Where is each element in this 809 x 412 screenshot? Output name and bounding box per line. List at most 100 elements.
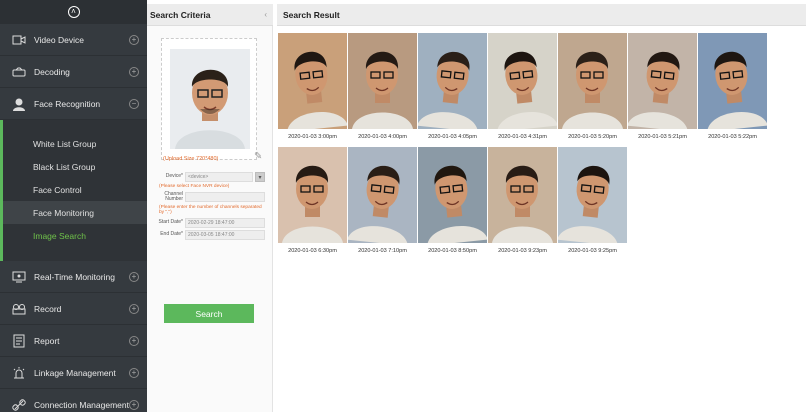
result-face-photo [558, 33, 627, 129]
sidebar-item-connection-management[interactable]: Connection Management + [0, 389, 147, 412]
plus-circle-icon[interactable]: + [129, 399, 139, 410]
sidebar-item-report[interactable]: Report + [0, 325, 147, 357]
result-timestamp: 2020-01-03 5:20pm [568, 134, 617, 140]
query-image-upload[interactable]: ✎ [161, 38, 262, 162]
link-icon [10, 398, 28, 412]
result-item[interactable]: 2020-01-03 7:10pm [348, 147, 417, 254]
result-item[interactable]: 2020-01-03 5:22pm [698, 33, 767, 140]
plus-circle-icon[interactable]: + [129, 66, 139, 77]
edit-icon[interactable]: ✎ [254, 151, 262, 162]
sidebar-item-label: Face Recognition [34, 98, 101, 109]
result-face-photo [698, 33, 767, 129]
result-timestamp: 2020-01-03 8:50pm [428, 248, 477, 254]
camera-icon [10, 33, 28, 47]
result-timestamp: 2020-01-03 5:21pm [638, 134, 687, 140]
search-button[interactable]: Search [164, 304, 254, 323]
plus-circle-icon[interactable]: + [129, 367, 139, 378]
sidebar-item-label: Video Device [34, 34, 84, 45]
channel-label: Channel Number [164, 190, 183, 203]
decoder-icon [10, 65, 28, 79]
result-item[interactable]: 2020-01-03 9:25pm [558, 147, 627, 254]
result-timestamp: 2020-01-03 4:05pm [428, 134, 477, 140]
device-label: Device* [165, 173, 183, 180]
search-criteria-title: Search Criteria [150, 9, 211, 20]
chevron-up-icon[interactable]: ˄ [67, 6, 80, 18]
result-timestamp: 2020-01-03 5:22pm [708, 134, 757, 140]
sidebar-item-label: Connection Management [34, 399, 129, 410]
query-face-photo [170, 49, 250, 149]
channel-input[interactable] [185, 192, 265, 203]
result-timestamp: 2020-01-03 3:00pm [288, 134, 337, 140]
result-face-photo [558, 147, 627, 243]
search-criteria-header: Search Criteria ‹ [147, 4, 273, 26]
result-item[interactable]: 2020-01-03 3:00pm [278, 33, 347, 140]
sidebar: ˄ Video Device + Decoding + Face Recogni… [0, 0, 147, 412]
sidebar-item-label: Decoding [34, 66, 70, 77]
sidebar-subitem-face-control[interactable]: Face Control [3, 178, 147, 201]
result-face-photo [418, 147, 487, 243]
sidebar-item-video-device[interactable]: Video Device + [0, 24, 147, 56]
result-face-photo [418, 33, 487, 129]
device-picker-button[interactable]: ▾ [255, 172, 265, 182]
result-face-photo [278, 147, 347, 243]
plus-circle-icon[interactable]: + [129, 34, 139, 45]
sidebar-subitem-white-list-group[interactable]: White List Group [3, 132, 147, 155]
device-hint: (Please select Face NVR device) [159, 184, 230, 189]
sidebar-item-real-time-monitoring[interactable]: Real-Time Monitoring + [0, 261, 147, 293]
upload-size-hint: (Upload Size 720*480) [163, 156, 219, 162]
end-date-label: End Date* [160, 230, 183, 237]
result-timestamp: 2020-01-03 4:31pm [498, 134, 547, 140]
plus-circle-icon[interactable]: + [129, 335, 139, 346]
result-item[interactable]: 2020-01-03 5:20pm [558, 33, 627, 140]
end-date-input[interactable]: 2020-03-05 18:47:00 [185, 229, 265, 240]
result-item[interactable]: 2020-01-03 5:21pm [628, 33, 697, 140]
result-face-photo [488, 147, 557, 243]
face-recognition-submenu: White List Group Black List Group Face C… [0, 120, 147, 261]
plus-circle-icon[interactable]: + [129, 303, 139, 314]
report-icon [10, 334, 28, 348]
result-timestamp: 2020-01-03 6:30pm [288, 248, 337, 254]
face-icon [10, 97, 28, 111]
monitor-icon [10, 270, 28, 284]
sidebar-item-label: Linkage Management [34, 367, 116, 378]
result-item[interactable]: 2020-01-03 4:00pm [348, 33, 417, 140]
record-icon [10, 302, 28, 316]
search-result-panel: 2020-01-03 3:00pm 2020-01-03 4:00pm 2020-0… [277, 26, 806, 412]
result-item[interactable]: 2020-01-03 6:30pm [278, 147, 347, 254]
search-result-title: Search Result [283, 9, 340, 20]
result-timestamp: 2020-01-03 9:25pm [568, 248, 617, 254]
device-select[interactable]: <device> [185, 172, 253, 182]
app-window: ˄ Video Device + Decoding + Face Recogni… [0, 0, 809, 412]
sidebar-subitem-image-search[interactable]: Image Search [3, 224, 147, 247]
result-face-photo [278, 33, 347, 129]
sidebar-subitem-face-monitoring[interactable]: Face Monitoring [3, 201, 147, 224]
sidebar-item-linkage-management[interactable]: Linkage Management + [0, 357, 147, 389]
sidebar-item-record[interactable]: Record + [0, 293, 147, 325]
result-item[interactable]: 2020-01-03 8:50pm [418, 147, 487, 254]
result-face-photo [628, 33, 697, 129]
result-item[interactable]: 2020-01-03 4:31pm [488, 33, 557, 140]
result-item[interactable]: 2020-01-03 4:05pm [418, 33, 487, 140]
result-timestamp: 2020-01-03 4:00pm [358, 134, 407, 140]
sidebar-item-label: Report [34, 335, 60, 346]
sidebar-item-face-recognition[interactable]: Face Recognition − [0, 88, 147, 120]
start-date-label: Start Date* [158, 218, 183, 225]
chevron-left-icon[interactable]: ‹ [264, 10, 267, 19]
result-timestamp: 2020-01-03 9:23pm [498, 248, 547, 254]
result-face-photo [348, 33, 417, 129]
minus-circle-icon[interactable]: − [129, 98, 139, 109]
channel-hint: (Please enter the number of channels sep… [159, 204, 262, 216]
result-timestamp: 2020-01-03 7:10pm [358, 248, 407, 254]
search-criteria-panel: ✎ (Upload Size 720*480) Device* <device>… [147, 26, 273, 412]
plus-circle-icon[interactable]: + [129, 271, 139, 282]
sidebar-collapse-bar: ˄ [0, 0, 147, 24]
result-item[interactable]: 2020-01-03 9:23pm [488, 147, 557, 254]
sidebar-item-label: Record [34, 303, 62, 314]
sidebar-item-decoding[interactable]: Decoding + [0, 56, 147, 88]
start-date-input[interactable]: 2020-02-29 18:47:00 [185, 217, 265, 228]
search-result-header: Search Result [277, 4, 806, 26]
alarm-icon [10, 366, 28, 380]
sidebar-subitem-black-list-group[interactable]: Black List Group [3, 155, 147, 178]
result-face-photo [348, 147, 417, 243]
criteria-form: Device* <device> ▾ (Please select Face N… [155, 172, 265, 242]
